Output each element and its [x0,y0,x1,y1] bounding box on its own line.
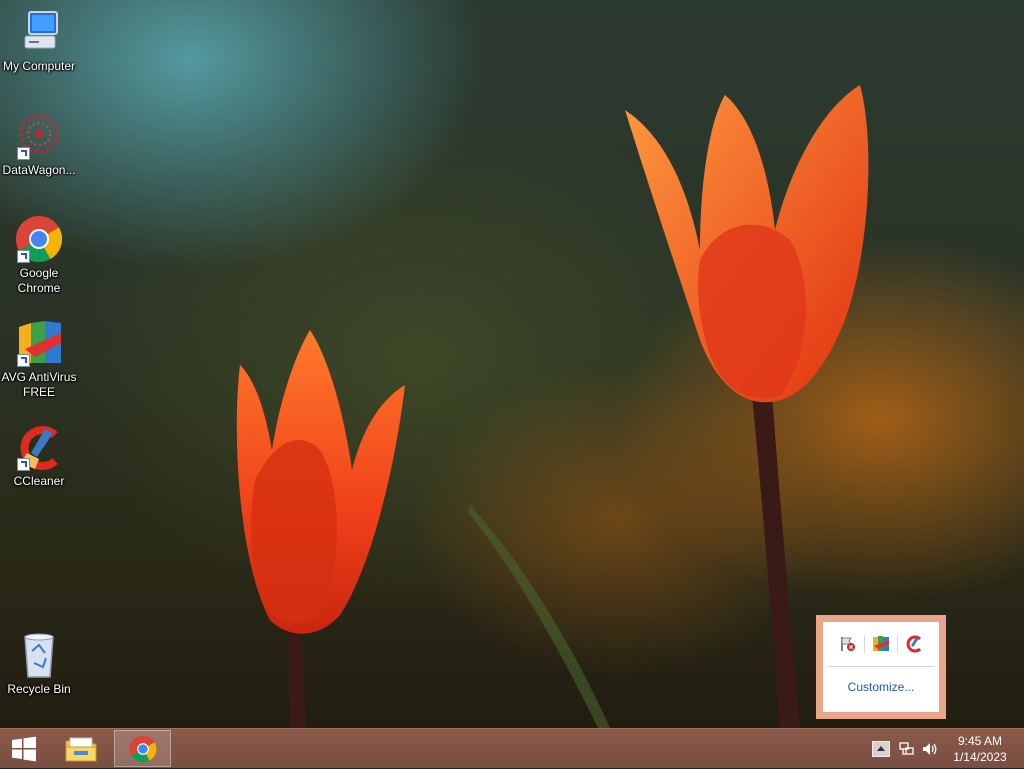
desktop-icon-label: Google Chrome [17,266,61,295]
datawagon-icon [15,112,63,160]
desktop-icon-label: CCleaner [13,474,65,488]
clock-time: 9:45 AM [957,734,1003,748]
recycle-bin-icon [15,631,63,679]
action-center-flag-icon[interactable] [839,635,857,653]
tray-separator [897,635,899,653]
notification-area-overflow-popup: Customize... [816,615,946,719]
file-explorer-icon [65,737,97,762]
start-icon [12,736,36,762]
desktop-icon-label: DataWagon... [2,163,76,177]
shortcut-arrow-icon [17,354,30,367]
tray-separator [863,635,865,653]
show-hidden-icons-button[interactable] [872,741,890,757]
desktop-icon-label: Recycle Bin [7,682,71,696]
overflow-popup-content: Customize... [823,622,939,712]
hidden-tray-icons [827,622,935,667]
desktop-icon-avg-antivirus[interactable]: AVG AntiVirus FREE [0,319,78,400]
file-explorer-button[interactable] [57,729,105,769]
avg-antivirus-tray-icon[interactable] [872,635,890,653]
shortcut-arrow-icon [17,250,30,263]
ccleaner-tray-icon[interactable] [905,635,923,653]
customize-link[interactable]: Customize... [823,680,939,694]
desktop-icon-ccleaner[interactable]: CCleaner [0,423,78,489]
ccleaner-icon [15,423,63,471]
desktop-icon-google-chrome[interactable]: Google Chrome [0,215,78,296]
chrome-icon [15,215,63,263]
volume-icon[interactable] [922,741,938,757]
shortcut-arrow-icon [17,147,30,160]
start-button[interactable] [0,729,48,769]
desktop-icon-recycle-bin[interactable]: Recycle Bin [0,631,78,697]
taskbar-clock[interactable]: 9:45 AM 1/14/2023 [944,733,1016,765]
chrome-icon [129,735,156,762]
avg-antivirus-icon [15,319,63,367]
desktop-icon-label: My Computer [2,59,76,73]
my-computer-icon [15,8,63,56]
clock-date: 1/14/2023 [953,750,1007,764]
desktop-icon-my-computer[interactable]: My Computer [0,8,78,74]
taskbar: 9:45 AM 1/14/2023 [0,728,1024,768]
desktop-icon-datawagon[interactable]: DataWagon... [0,112,78,178]
chrome-taskbar-button[interactable] [114,730,171,767]
shortcut-arrow-icon [17,458,30,471]
desktop-icon-label: AVG AntiVirus FREE [1,370,77,399]
network-icon[interactable] [898,741,914,757]
